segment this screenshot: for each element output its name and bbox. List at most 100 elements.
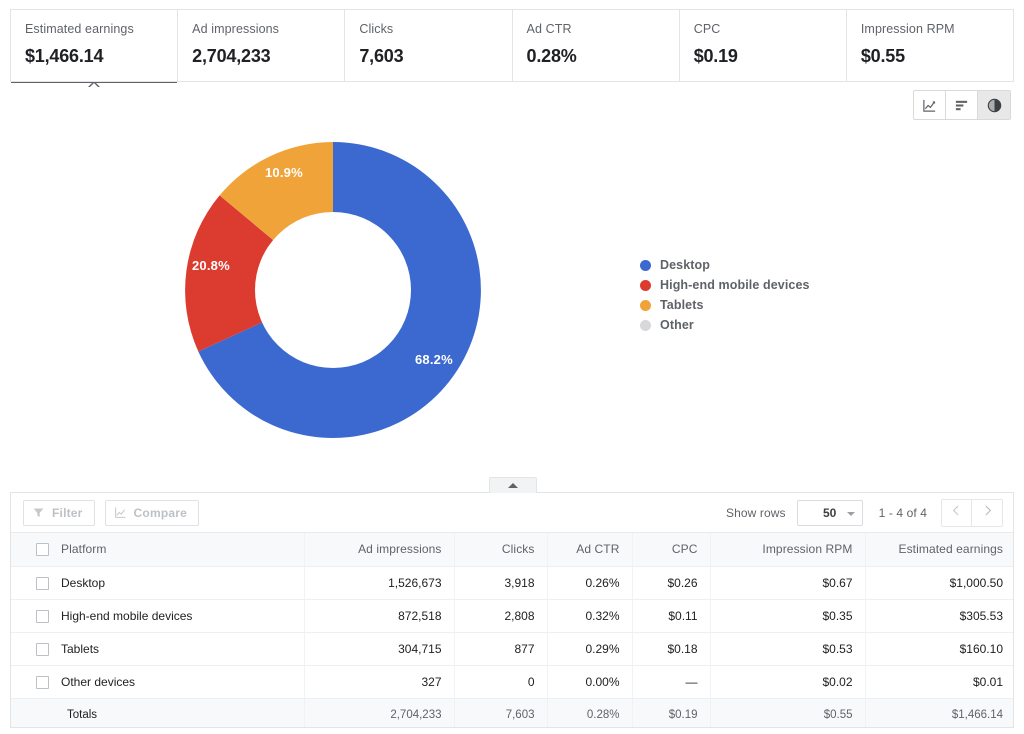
donut-label-tablets: 10.9%: [265, 165, 303, 180]
bar-chart-icon: [954, 98, 969, 113]
column-header-ad-impressions[interactable]: Ad impressions: [304, 533, 455, 567]
cell-cpc: $0.18: [632, 632, 711, 666]
pie-chart-button[interactable]: [978, 91, 1010, 119]
metric-row-divider: [10, 81, 1014, 82]
cell-ad-impressions: 304,715: [304, 632, 455, 666]
cell-impression-rpm: $0.35: [710, 599, 866, 633]
metric-card-ad-ctr[interactable]: Ad CTR 0.28%: [512, 10, 680, 81]
metric-label: Estimated earnings: [25, 22, 134, 36]
cell-platform: Other devices: [49, 665, 305, 699]
compare-button[interactable]: Compare: [104, 499, 199, 526]
cell-clicks: 877: [454, 632, 548, 666]
column-header-impression-rpm[interactable]: Impression RPM: [710, 533, 866, 567]
row-select-cell: [11, 566, 49, 600]
donut-chart[interactable]: 68.2% 20.8% 10.9%: [165, 130, 505, 450]
metric-value: $0.55: [860, 46, 905, 66]
totals-ad-impressions: 2,704,233: [304, 698, 455, 727]
caret-up-icon: [508, 483, 518, 488]
table-row[interactable]: Other devices 327 0 0.00% — $0.02 $0.01: [11, 665, 1013, 699]
collapse-chart-handle[interactable]: [489, 477, 537, 493]
metric-value: 0.28%: [526, 46, 577, 66]
row-checkbox[interactable]: [36, 675, 49, 689]
rows-per-page-value: 50: [822, 505, 837, 520]
donut-label-desktop: 68.2%: [415, 352, 453, 367]
chevron-right-icon: [981, 504, 994, 522]
select-all-checkbox[interactable]: [36, 543, 49, 557]
cell-estimated-earnings: $305.53: [865, 599, 1013, 633]
metric-card-impression-rpm[interactable]: Impression RPM $0.55: [846, 10, 1014, 81]
metric-card-clicks[interactable]: Clicks 7,603: [345, 10, 513, 81]
chart-type-toolbar: [913, 90, 1011, 120]
metric-card-ad-impressions[interactable]: Ad impressions 2,704,233: [178, 10, 346, 81]
show-rows-label: Show rows: [726, 505, 786, 520]
column-header-ad-ctr[interactable]: Ad CTR: [547, 533, 633, 567]
line-chart-button[interactable]: [914, 91, 946, 119]
table-row[interactable]: Tablets 304,715 877 0.29% $0.18 $0.53 $1…: [11, 632, 1013, 666]
totals-clicks: 7,603: [454, 698, 548, 727]
row-checkbox[interactable]: [36, 609, 49, 623]
column-header-estimated-earnings[interactable]: Estimated earnings: [865, 533, 1013, 567]
cell-ad-impressions: 1,526,673: [304, 566, 455, 600]
metric-label: Impression RPM: [860, 22, 955, 36]
row-checkbox[interactable]: [36, 576, 49, 590]
legend-color-swatch: [640, 319, 651, 331]
metric-value: $0.19: [693, 46, 738, 66]
legend-color-swatch: [640, 259, 651, 271]
cell-ad-impressions: 327: [304, 665, 455, 699]
cell-impression-rpm: $0.53: [710, 632, 866, 666]
table-row[interactable]: High-end mobile devices 872,518 2,808 0.…: [11, 599, 1013, 633]
column-header-clicks[interactable]: Clicks: [454, 533, 548, 567]
cell-ad-ctr: 0.26%: [547, 566, 633, 600]
legend-color-swatch: [640, 299, 651, 311]
legend-item-desktop[interactable]: Desktop: [640, 255, 900, 275]
column-header-cpc[interactable]: CPC: [632, 533, 711, 567]
cell-ad-ctr: 0.00%: [547, 665, 633, 699]
next-page-button[interactable]: [972, 499, 1002, 526]
cell-clicks: 3,918: [454, 566, 548, 600]
legend-label: High-end mobile devices: [660, 278, 810, 292]
chart-area: 68.2% 20.8% 10.9% Desktop High-end mobil…: [10, 125, 1014, 470]
table-row[interactable]: Desktop 1,526,673 3,918 0.26% $0.26 $0.6…: [11, 566, 1013, 600]
totals-label: Totals: [49, 698, 305, 727]
row-select-cell: [11, 665, 49, 699]
metric-value: 2,704,233: [192, 46, 271, 66]
metric-value: $1,466.14: [25, 46, 104, 66]
cell-estimated-earnings: $1,000.50: [865, 566, 1013, 600]
metric-value: 7,603: [359, 46, 404, 66]
line-chart-icon: [922, 98, 937, 113]
cell-ad-ctr: 0.29%: [547, 632, 633, 666]
cell-platform: Desktop: [49, 566, 305, 600]
filter-button[interactable]: Filter: [23, 499, 95, 526]
metric-label: Ad CTR: [526, 22, 572, 36]
cell-estimated-earnings: $160.10: [865, 632, 1013, 666]
column-header-platform[interactable]: Platform: [49, 533, 305, 567]
compare-icon: [114, 506, 134, 519]
totals-ad-ctr: 0.28%: [547, 698, 633, 727]
rows-per-page-select[interactable]: 50: [796, 499, 863, 526]
table-toolbar: Filter Compare Show rows 50 1 - 4 of 4: [11, 493, 1013, 533]
row-select-cell: [11, 632, 49, 666]
row-checkbox[interactable]: [36, 642, 49, 656]
legend-item-tablets[interactable]: Tablets: [640, 295, 900, 315]
cell-cpc: —: [632, 665, 711, 699]
cell-platform: High-end mobile devices: [49, 599, 305, 633]
previous-page-button[interactable]: [942, 499, 972, 526]
data-table-panel: Filter Compare Show rows 50 1 - 4 of 4 P…: [10, 492, 1014, 728]
legend-color-swatch: [640, 279, 651, 291]
filter-icon: [32, 506, 52, 519]
cell-cpc: $0.26: [632, 566, 711, 600]
totals-cpc: $0.19: [632, 698, 711, 727]
totals-impression-rpm: $0.55: [710, 698, 866, 727]
select-all-header: [11, 533, 49, 567]
cell-impression-rpm: $0.02: [710, 665, 866, 699]
metric-label: CPC: [693, 22, 721, 36]
pie-chart-icon: [987, 98, 1002, 113]
legend-item-high-end-mobile-devices[interactable]: High-end mobile devices: [640, 275, 900, 295]
totals-estimated-earnings: $1,466.14: [865, 698, 1013, 727]
bar-chart-button[interactable]: [946, 91, 978, 119]
metric-card-cpc[interactable]: CPC $0.19: [679, 10, 847, 81]
table-header-row: Platform Ad impressions Clicks Ad CTR CP…: [11, 533, 1013, 567]
metric-card-estimated-earnings[interactable]: Estimated earnings $1,466.14: [11, 10, 179, 88]
page-range-label: 1 - 4 of 4: [878, 505, 927, 520]
legend-item-other[interactable]: Other: [640, 315, 900, 335]
